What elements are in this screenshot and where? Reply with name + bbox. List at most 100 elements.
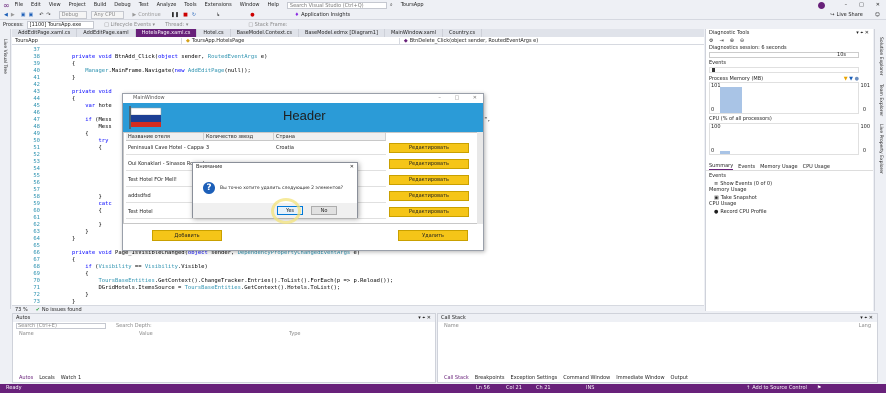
- back-icon[interactable]: ◀: [4, 12, 8, 18]
- menu-test[interactable]: Test: [139, 2, 149, 8]
- code-line[interactable]: }: [72, 292, 88, 298]
- pause-icon[interactable]: ❚❚: [171, 12, 179, 18]
- edit-button[interactable]: Редактировать: [389, 143, 469, 153]
- autos-search[interactable]: Search (Ctrl+E): [16, 323, 106, 329]
- tab-mainwindow-xaml[interactable]: MainWindow.xaml: [385, 29, 444, 37]
- platform-dropdown[interactable]: Any CPU: [91, 10, 125, 19]
- search-depth[interactable]: Search Depth:: [116, 323, 152, 329]
- settings-icon[interactable]: ⚙: [709, 38, 713, 44]
- diag-tab-summary[interactable]: Summary: [709, 163, 734, 170]
- undo-icon[interactable]: ↶: [39, 12, 43, 18]
- project-dropdown[interactable]: ToursApp: [12, 37, 182, 44]
- class-dropdown[interactable]: ToursApp.HotelsPage: [190, 37, 400, 44]
- menu-extensions[interactable]: Extensions: [205, 2, 232, 8]
- app-insights-button[interactable]: Application Insights: [301, 12, 350, 18]
- no-button[interactable]: No: [311, 206, 337, 215]
- process-dropdown[interactable]: [1100] ToursApp.exe: [26, 20, 95, 29]
- menu-analyze[interactable]: Analyze: [157, 2, 177, 8]
- search-box[interactable]: Search Visual Studio (Ctrl+Q): [286, 1, 387, 9]
- export-icon[interactable]: ⇥: [719, 38, 723, 44]
- delete-button[interactable]: Удалить: [398, 230, 468, 241]
- code-line[interactable]: if (Visibility == Visibility.Visible): [72, 264, 208, 270]
- member-dropdown[interactable]: BtnDelete_Click(object sender, RoutedEve…: [408, 38, 538, 44]
- tab-breakpoints[interactable]: Breakpoints: [475, 375, 505, 381]
- tab-call-stack[interactable]: Call Stack: [444, 375, 469, 381]
- code-line[interactable]: {: [72, 208, 101, 214]
- wpf-maximize-icon[interactable]: □: [454, 95, 459, 101]
- pane-controls[interactable]: ▾ ⌖ ✕: [418, 314, 431, 322]
- stop-icon[interactable]: ■: [183, 12, 188, 18]
- grid-cell-name[interactable]: Peninsuali Cave Hotel - Cappac: [126, 142, 204, 155]
- code-line[interactable]: DGridHotels.ItemsSource = ToursBaseEntit…: [72, 285, 340, 291]
- tab-hotel-cs[interactable]: Hotel.cs: [197, 29, 231, 37]
- maximize-icon[interactable]: □: [859, 2, 864, 8]
- record-cpu-button[interactable]: Record CPU Profile: [720, 209, 766, 215]
- wpf-close-icon[interactable]: ✕: [473, 95, 477, 101]
- menu-view[interactable]: View: [49, 2, 61, 8]
- menu-build[interactable]: Build: [94, 2, 107, 8]
- edit-button[interactable]: Редактировать: [389, 207, 469, 217]
- feedback-icon[interactable]: ☺: [875, 12, 880, 18]
- code-line[interactable]: {: [72, 257, 75, 263]
- add-source-control-button[interactable]: Add to Source Control: [752, 384, 807, 393]
- menu-window[interactable]: Window: [240, 2, 260, 8]
- team-explorer-tab[interactable]: Team Explorer: [878, 84, 883, 116]
- menu-debug[interactable]: Debug: [114, 2, 130, 8]
- take-snapshot-button[interactable]: Take Snapshot: [721, 195, 757, 201]
- code-line[interactable]: if (Mess: [72, 117, 112, 123]
- tab-output[interactable]: Output: [671, 375, 688, 381]
- code-line[interactable]: Mess: [72, 124, 111, 130]
- code-line[interactable]: {: [72, 271, 88, 277]
- code-line[interactable]: {: [72, 131, 88, 137]
- solution-explorer-tab[interactable]: Solution Explorer: [878, 37, 883, 76]
- code-line[interactable]: }: [72, 236, 75, 242]
- code-line[interactable]: }: [72, 75, 75, 81]
- forward-icon[interactable]: ▶: [11, 12, 15, 18]
- diag-tab-memory-usage[interactable]: Memory Usage: [760, 164, 798, 170]
- tab-hotelspage-xaml-cs[interactable]: HotelsPage.xaml.cs: [135, 29, 198, 37]
- minimize-icon[interactable]: –: [845, 2, 848, 8]
- menu-file[interactable]: File: [15, 2, 23, 8]
- tab-exception-settings[interactable]: Exception Settings: [511, 375, 558, 381]
- config-dropdown[interactable]: Debug: [58, 10, 88, 19]
- add-button[interactable]: Добавить: [152, 230, 222, 241]
- diag-tab-cpu-usage[interactable]: CPU Usage: [803, 164, 830, 170]
- notifications-icon[interactable]: ⚑: [817, 384, 821, 393]
- user-avatar[interactable]: [817, 1, 825, 9]
- live-property-explorer-tab[interactable]: Live Property Explorer: [878, 124, 883, 174]
- grid-cell-country[interactable]: Croatia: [274, 142, 386, 155]
- live-share-button[interactable]: Live Share: [837, 12, 863, 18]
- dialog-close-icon[interactable]: ✕: [350, 163, 354, 171]
- zoom-in-icon[interactable]: ⊕: [730, 38, 734, 44]
- tab-basemodel-edmx-diagram1[interactable]: BaseModel.edmx [Diagram1]: [299, 29, 385, 37]
- issues-status[interactable]: No issues found: [42, 307, 82, 313]
- continue-button[interactable]: Continue: [138, 12, 160, 18]
- code-line[interactable]: }: [72, 194, 101, 200]
- tab-basemodel-context-cs[interactable]: BaseModel.Context.cs: [231, 29, 299, 37]
- close-icon[interactable]: ✕: [876, 2, 880, 8]
- code-line[interactable]: {: [72, 61, 75, 67]
- pane-controls[interactable]: ▾ ⌖ ✕: [860, 314, 873, 322]
- stack-frame[interactable]: □ Stack Frame:: [248, 22, 287, 28]
- tab-watch[interactable]: Watch 1: [61, 375, 81, 381]
- continue-icon[interactable]: ▶: [132, 12, 136, 18]
- live-visual-tree-tab[interactable]: Live Visual Tree: [2, 39, 7, 74]
- step-icon[interactable]: ↳: [216, 12, 220, 18]
- grid-header-1[interactable]: Количество звезд: [204, 133, 274, 141]
- code-line[interactable]: try: [72, 138, 109, 144]
- show-events-link[interactable]: Show Events (0 of 0): [720, 181, 772, 187]
- edit-button[interactable]: Редактировать: [389, 159, 469, 169]
- code-line[interactable]: }: [72, 222, 101, 228]
- tab-addeditpage-xaml[interactable]: AddEditPage.xaml: [77, 29, 136, 37]
- tab-country-cs[interactable]: Country.cs: [443, 29, 483, 37]
- pane-controls[interactable]: ▾ ⌖ ✕: [856, 29, 869, 37]
- diag-tab-events[interactable]: Events: [738, 164, 755, 170]
- edit-button[interactable]: Редактировать: [389, 191, 469, 201]
- code-line[interactable]: {: [72, 145, 101, 151]
- code-line[interactable]: ToursBaseEntities.GetContext().ChangeTra…: [72, 278, 394, 284]
- menu-tools[interactable]: Tools: [184, 2, 196, 8]
- vs-logo-icon[interactable]: ∞: [3, 1, 10, 10]
- code-line[interactable]: }: [72, 229, 88, 235]
- thread-dropdown[interactable]: Thread: ▾: [165, 22, 188, 28]
- tab-autos[interactable]: Autos: [19, 375, 33, 381]
